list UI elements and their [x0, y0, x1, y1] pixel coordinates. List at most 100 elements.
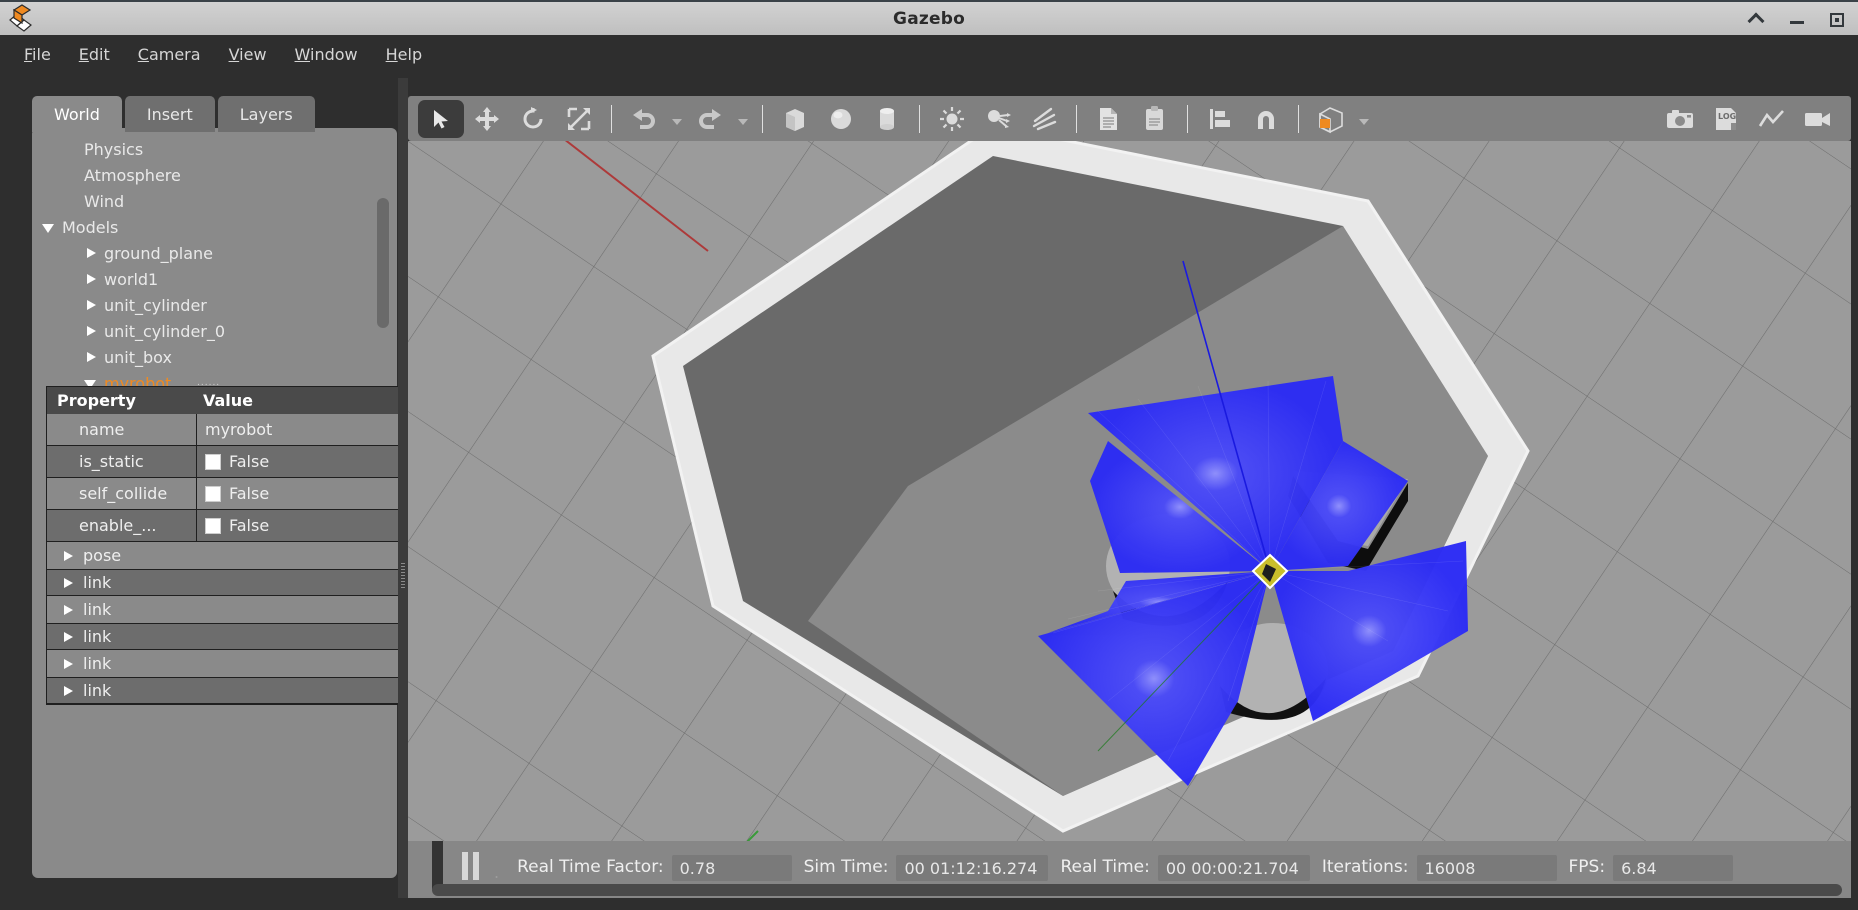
tab-world[interactable]: World: [32, 96, 122, 132]
table-row-link[interactable]: link: [47, 569, 407, 596]
viewport-horizontal-scrollbar[interactable]: [432, 884, 1842, 896]
chevron-right-icon[interactable]: [61, 684, 75, 698]
chevron-down-icon[interactable]: [42, 220, 56, 234]
real-time-factor-value: 0.78: [671, 855, 792, 881]
tree-item-unit-box[interactable]: unit_box: [32, 344, 397, 370]
menu-help[interactable]: Help: [372, 42, 436, 67]
redo-button[interactable]: [687, 100, 733, 138]
property-name-cell: enable_...: [47, 510, 197, 541]
log-button[interactable]: LOG: [1703, 100, 1749, 138]
insert-point-light-button[interactable]: [929, 100, 975, 138]
plot-button[interactable]: [1749, 100, 1795, 138]
minimize-button[interactable]: [1790, 10, 1808, 28]
menu-view[interactable]: View: [215, 42, 281, 67]
table-row-link[interactable]: link: [47, 677, 407, 704]
tree-item-label: unit_box: [104, 347, 172, 367]
table-row-link[interactable]: link: [47, 623, 407, 650]
table-row[interactable]: enable_... False: [47, 510, 407, 542]
statusbar-left-edge: [408, 841, 432, 898]
chevron-right-icon[interactable]: [61, 603, 75, 617]
move-arrows-icon: [475, 106, 499, 131]
chevron-right-icon[interactable]: [84, 272, 98, 286]
panel-splitter[interactable]: [398, 78, 408, 898]
table-row[interactable]: name myrobot: [47, 414, 407, 446]
maximize-icon: [1830, 12, 1844, 27]
translate-mode-button[interactable]: [464, 100, 510, 138]
insert-cylinder-button[interactable]: [864, 100, 910, 138]
world-tree-panel: Physics Atmosphere Wind Models ground_pl…: [32, 128, 408, 878]
view-angle-dropdown-button[interactable]: [1354, 100, 1374, 138]
pause-button[interactable]: [450, 849, 490, 883]
menu-camera[interactable]: Camera: [124, 42, 215, 67]
menu-window-rest: indow: [310, 44, 358, 64]
tree-item-unit-cylinder[interactable]: unit_cylinder: [32, 292, 397, 318]
tab-insert[interactable]: Insert: [124, 96, 215, 132]
gazebo-window: Gazebo File Edit Camera View Window Help…: [0, 0, 1858, 910]
maximize-button[interactable]: [1830, 10, 1848, 28]
iterations-label: Iterations:: [1321, 857, 1409, 877]
checkbox-self-collide[interactable]: [205, 485, 221, 502]
directional-light-icon: [1032, 107, 1057, 130]
menu-edit[interactable]: Edit: [65, 42, 124, 67]
tree-item-atmosphere[interactable]: Atmosphere: [32, 162, 397, 188]
tree-item-wind[interactable]: Wind: [32, 188, 397, 214]
tree-item-world1[interactable]: world1: [32, 266, 397, 292]
align-button[interactable]: [1197, 100, 1243, 138]
redo-history-button[interactable]: [733, 100, 753, 138]
table-row-link[interactable]: link: [47, 650, 407, 677]
table-row[interactable]: is_static False: [47, 446, 407, 478]
pause-icon: [472, 852, 479, 880]
menu-file[interactable]: File: [10, 42, 65, 67]
chevron-right-icon[interactable]: [84, 246, 98, 260]
table-row[interactable]: self_collide False: [47, 478, 407, 510]
model-property-table: Property Value name myrobot is_static Fa…: [46, 386, 408, 705]
insert-directional-light-button[interactable]: [1021, 100, 1067, 138]
chevron-right-icon[interactable]: [84, 324, 98, 338]
redo-arrow-icon: [699, 108, 721, 129]
property-value-cell: False: [229, 516, 270, 535]
tree-item-models[interactable]: Models: [32, 214, 397, 240]
gazebo-3d-scene[interactable]: [408, 141, 1851, 841]
screenshot-button[interactable]: [1657, 100, 1703, 138]
chevron-right-icon[interactable]: [61, 549, 75, 563]
snap-button[interactable]: [1243, 100, 1289, 138]
menu-window[interactable]: Window: [281, 42, 372, 67]
scale-mode-button[interactable]: [556, 100, 602, 138]
tree-item-label: Atmosphere: [84, 165, 181, 185]
select-mode-button[interactable]: [418, 99, 464, 138]
chevron-right-icon[interactable]: [84, 298, 98, 312]
expandable-row-label: link: [83, 573, 112, 592]
splitter-grip[interactable]: [401, 563, 405, 589]
property-name-cell: is_static: [47, 446, 197, 477]
chevron-right-icon[interactable]: [61, 576, 75, 590]
tab-layers[interactable]: Layers: [217, 96, 315, 132]
tree-item-ground-plane[interactable]: ground_plane: [32, 240, 397, 266]
table-row-pose[interactable]: pose: [47, 542, 407, 569]
shade-button[interactable]: [1747, 10, 1768, 29]
magnet-snap-icon: [1258, 110, 1274, 129]
tree-item-label: Wind: [84, 191, 125, 211]
checkbox-is-static[interactable]: [205, 453, 221, 470]
video-record-button[interactable]: [1795, 100, 1841, 138]
table-row-link[interactable]: link: [47, 596, 407, 623]
toolbar-separator: [919, 104, 920, 133]
tree-item-unit-cylinder-0[interactable]: unit_cylinder_0: [32, 318, 397, 344]
undo-button[interactable]: [621, 100, 667, 138]
insert-box-button[interactable]: [772, 100, 818, 138]
menu-camera-rest: amera: [148, 44, 201, 64]
main-toolbar: LOG: [408, 96, 1851, 141]
chevron-right-icon[interactable]: [61, 657, 75, 671]
chevron-right-icon[interactable]: [84, 350, 98, 364]
undo-history-button[interactable]: [667, 100, 687, 138]
world-tree: Physics Atmosphere Wind Models ground_pl…: [32, 136, 397, 396]
insert-sphere-button[interactable]: [818, 100, 864, 138]
checkbox-enable-wind[interactable]: [205, 517, 221, 534]
paste-button[interactable]: [1132, 100, 1178, 138]
copy-button[interactable]: [1086, 100, 1132, 138]
chevron-right-icon[interactable]: [61, 630, 75, 644]
tree-item-physics[interactable]: Physics: [32, 136, 397, 162]
insert-spot-light-button[interactable]: [975, 100, 1021, 138]
rotate-mode-button[interactable]: [510, 100, 556, 138]
view-angle-button[interactable]: [1308, 100, 1354, 138]
window-title: Gazebo: [893, 8, 965, 29]
